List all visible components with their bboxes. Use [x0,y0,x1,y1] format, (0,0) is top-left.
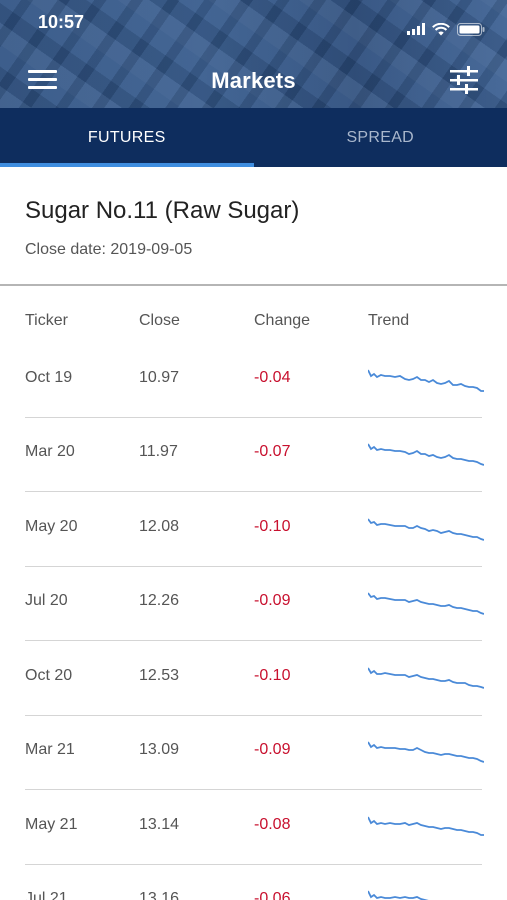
table-row[interactable]: May 20 12.08 -0.10 [0,493,507,567]
ticker-cell: May 20 [25,518,78,535]
close-cell: 12.53 [139,667,180,684]
wifi-icon [432,22,450,35]
tab-bar: FUTURES SPREAD [0,108,507,167]
table-row[interactable]: Mar 20 11.97 -0.07 [0,418,507,492]
trend-sparkline [368,890,429,900]
sliders-icon [450,66,478,94]
ticker-cell: Mar 20 [25,443,75,460]
section-divider [0,284,507,286]
close-cell: 12.26 [139,592,180,609]
column-header-change: Change [254,312,311,329]
close-cell: 13.16 [139,890,180,900]
status-time: 10:57 [38,12,85,32]
table-row[interactable]: Oct 20 12.53 -0.10 [0,642,507,716]
column-header-trend: Trend [368,312,410,329]
table-row[interactable]: Oct 19 10.97 -0.04 [0,344,507,418]
close-cell: 13.14 [139,816,180,833]
change-cell: -0.04 [254,369,291,386]
table-row[interactable]: Jul 20 12.26 -0.09 [0,567,507,641]
app-header: 10:57 Markets [0,0,507,108]
trend-sparkline [368,518,484,541]
trend-sparkline [368,667,484,689]
trend-sparkline [368,443,484,466]
table-row[interactable]: May 21 13.14 -0.08 [0,791,507,865]
tab-spread[interactable]: SPREAD [254,108,507,167]
change-cell: -0.08 [254,816,291,833]
ticker-cell: Jul 21 [25,890,68,900]
table-row[interactable]: Jul 21 13.16 -0.06 [0,865,507,900]
status-icons [407,22,485,36]
close-date: Close date: 2019-09-05 [25,241,193,258]
table-row[interactable]: Mar 21 13.09 -0.09 [0,716,507,790]
close-cell: 13.09 [139,741,180,758]
close-cell: 10.97 [139,369,180,386]
ticker-cell: Oct 20 [25,667,73,684]
ticker-cell: Mar 21 [25,741,75,758]
cellular-signal-icon [407,23,425,35]
change-cell: -0.07 [254,443,291,460]
trend-sparkline [368,741,484,763]
trend-sparkline [368,592,484,615]
ticker-cell: Jul 20 [25,592,68,609]
battery-icon [457,22,485,36]
active-tab-indicator [0,163,254,167]
column-header-ticker: Ticker [25,312,68,329]
filter-button[interactable] [449,66,479,94]
ticker-cell: Oct 19 [25,369,73,386]
close-cell: 11.97 [139,443,178,460]
close-cell: 12.08 [139,518,180,535]
page-title: Markets [211,68,296,93]
change-cell: -0.09 [254,592,291,609]
change-cell: -0.09 [254,741,291,758]
change-cell: -0.10 [254,667,291,684]
ticker-cell: May 21 [25,816,78,833]
column-header-close: Close [139,312,180,329]
row-divider [25,789,482,790]
trend-sparkline [368,369,484,392]
change-cell: -0.06 [254,890,291,900]
trend-sparkline [368,816,484,836]
change-cell: -0.10 [254,518,291,535]
tab-futures[interactable]: FUTURES [0,108,254,167]
row-divider [25,640,482,641]
row-divider [25,491,482,492]
commodity-title: Sugar No.11 (Raw Sugar) [25,197,300,224]
